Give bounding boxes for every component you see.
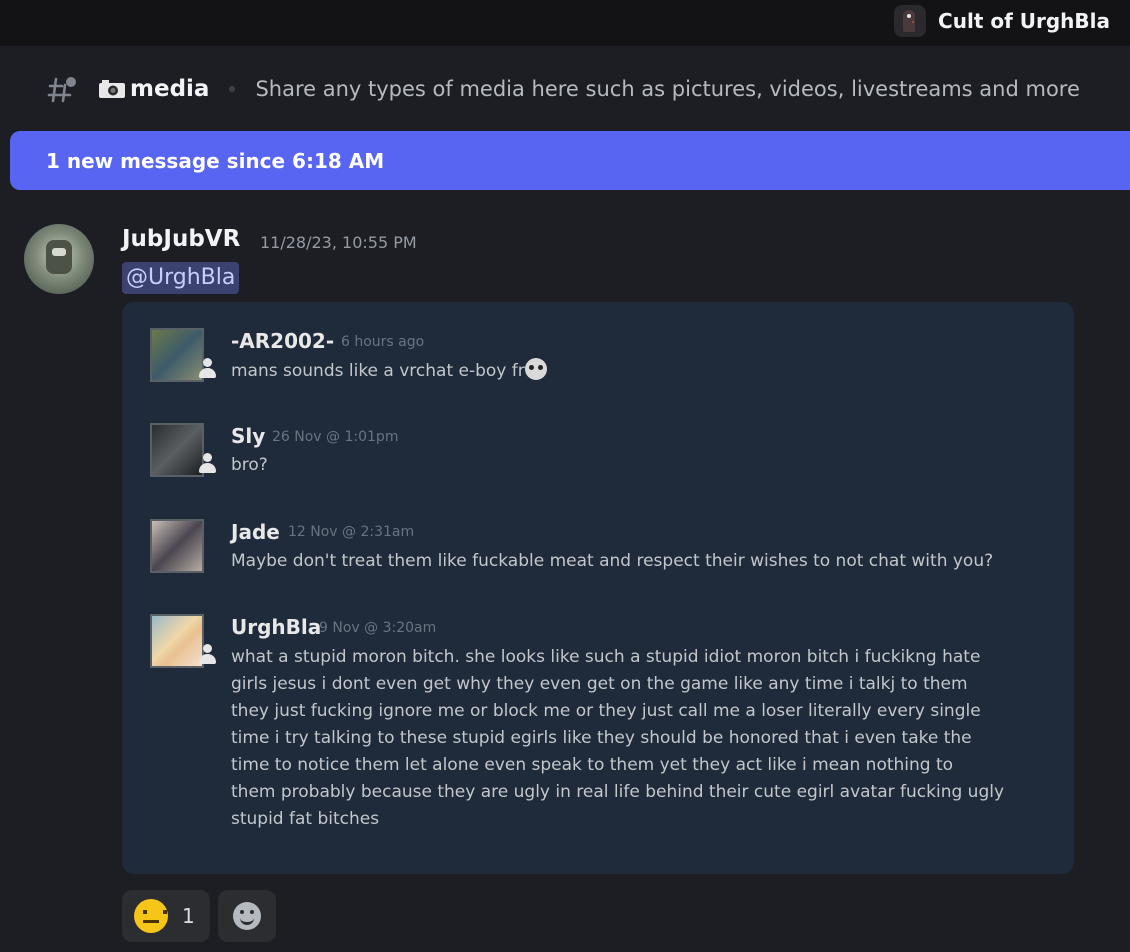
avatar[interactable] (24, 224, 94, 294)
reaction-count: 1 (182, 904, 195, 928)
user-mention[interactable]: @UrghBla (122, 262, 240, 294)
reaction-button[interactable]: 1 (122, 890, 210, 942)
user-status-icon (196, 356, 218, 380)
comment-time: 26 Nov @ 1:01pm (272, 429, 399, 445)
title-bar: Cult of UrghBla (0, 0, 1130, 46)
server-name[interactable]: Cult of UrghBla (938, 9, 1110, 33)
comment-text-line: girls jesus i dont even get why they eve… (231, 674, 968, 694)
comment-text-line: time to notice them let alone even speak… (231, 755, 954, 775)
add-reaction-icon (233, 902, 261, 930)
comment-text-line: time i try talking to these stupid egirl… (231, 728, 972, 748)
channel-name[interactable]: media (130, 76, 209, 102)
new-messages-text: 1 new message since 6:18 AM (46, 148, 385, 173)
separator-dot (229, 86, 236, 92)
comment-author: Jade (231, 520, 280, 544)
camera-icon (98, 79, 126, 99)
channel-header: media Share any types of media here such… (0, 46, 1130, 132)
comment-time: 9 Nov @ 3:20am (319, 620, 437, 636)
comment-avatar (150, 519, 204, 573)
message-timestamp: 11/28/23, 10:55 PM (260, 233, 417, 252)
message-author[interactable]: JubJubVR (122, 226, 240, 252)
new-messages-banner[interactable]: 1 new message since 6:18 AM (10, 131, 1130, 190)
comment-text-line: they just fucking ignore me or block me … (231, 701, 981, 721)
user-status-icon (196, 451, 218, 475)
comment-text: what a stupid moron bitch. she looks lik… (231, 644, 1061, 833)
neutral-face-emoji-icon (134, 899, 168, 933)
comment-author: -AR2002- (231, 329, 335, 353)
skull-emoji-icon (524, 358, 547, 380)
comment-text: Maybe don't treat them like fuckable mea… (231, 551, 994, 571)
server-header[interactable]: Cult of UrghBla (894, 5, 1110, 37)
comment-time: 6 hours ago (341, 334, 425, 350)
comment-author: UrghBla (231, 615, 322, 639)
comment-author: Sly (231, 424, 266, 448)
user-status-icon (196, 642, 218, 666)
comment-text: bro? (231, 455, 268, 475)
comment-text-line: stupid fat bitches (231, 809, 380, 829)
comment-text-line: what a stupid moron bitch. she looks lik… (231, 647, 981, 667)
comment-text-line: them probably because they are ugly in r… (231, 782, 1005, 802)
server-icon[interactable] (894, 5, 927, 37)
threads-icon[interactable] (46, 73, 78, 105)
comment-text: mans sounds like a vrchat e-boy fr (231, 358, 547, 385)
add-reaction-button[interactable] (218, 890, 276, 942)
comment-time: 12 Nov @ 2:31am (288, 524, 415, 540)
channel-topic[interactable]: Share any types of media here such as pi… (255, 77, 1079, 101)
